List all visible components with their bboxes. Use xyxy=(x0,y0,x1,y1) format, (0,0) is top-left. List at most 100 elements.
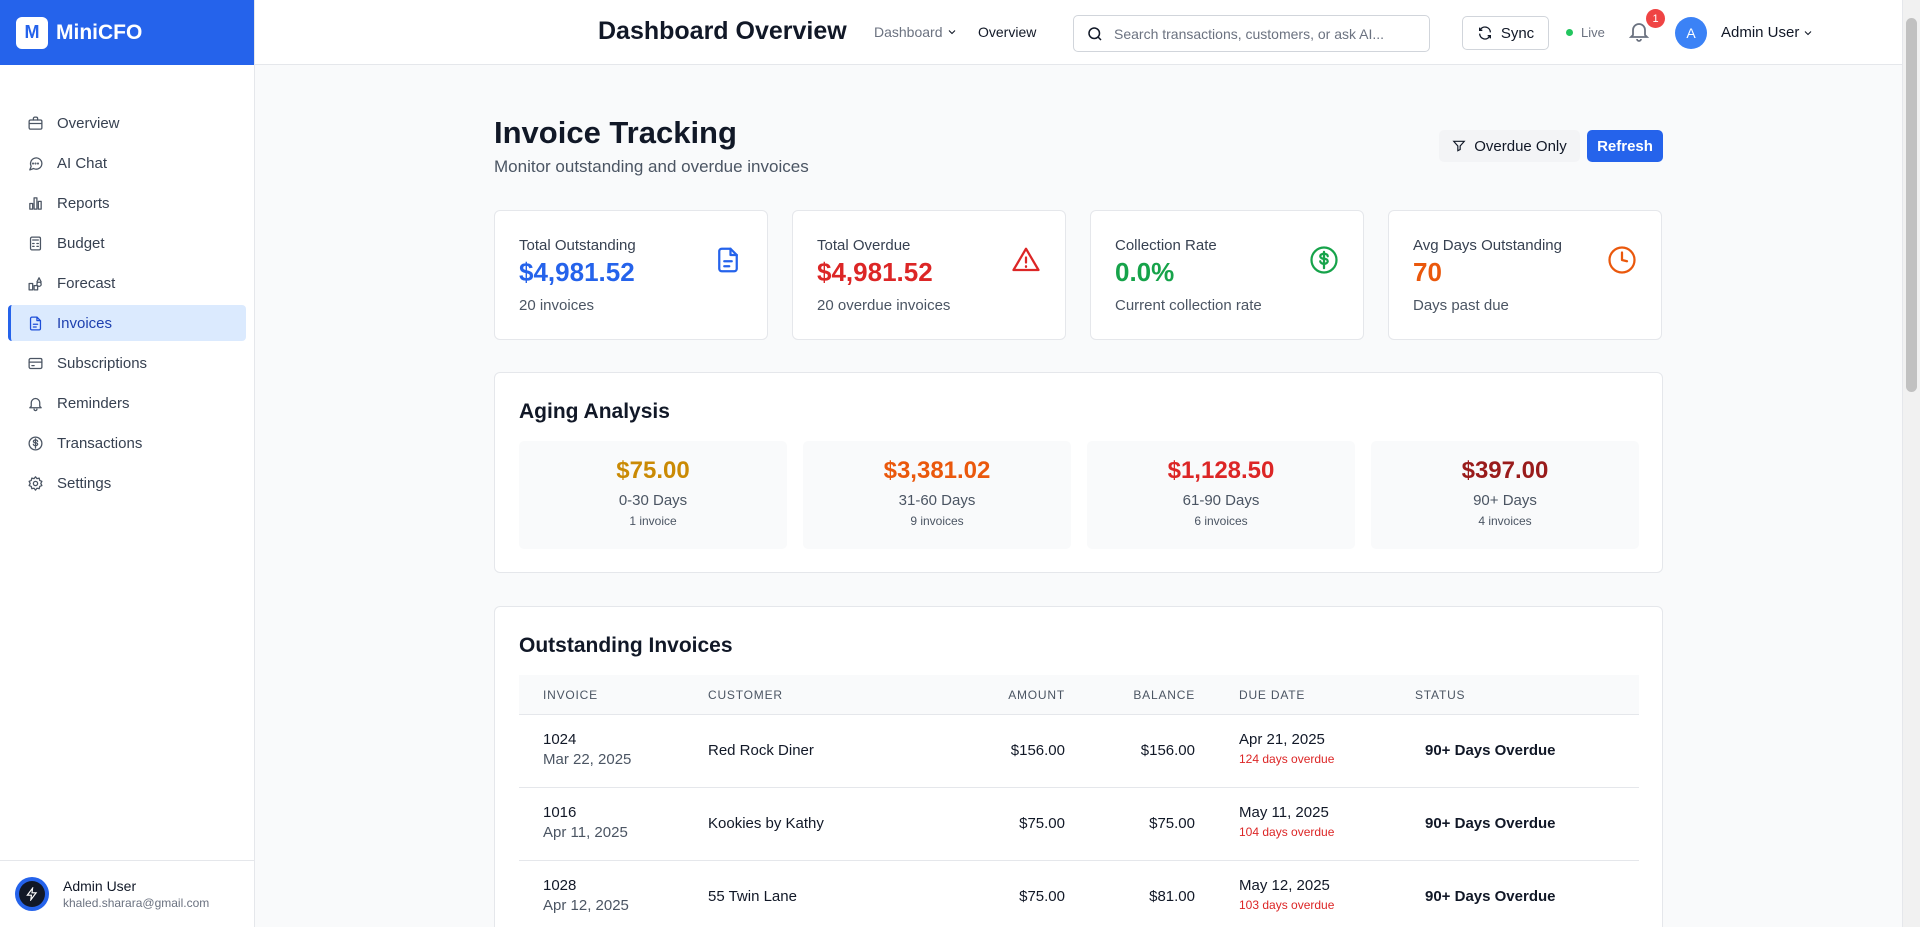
invoice-date: Apr 11, 2025 xyxy=(543,824,628,841)
invoice-amount: $75.00 xyxy=(1019,815,1065,832)
chevron-down-icon xyxy=(948,30,955,35)
overdue-days: 124 days overdue xyxy=(1239,752,1335,766)
invoice-number[interactable]: 1024 xyxy=(543,731,631,748)
column-header-amount[interactable]: AMOUNT xyxy=(1008,688,1065,702)
sidebar-item-label: Invoices xyxy=(57,314,113,332)
sidebar-item-transactions[interactable]: Transactions xyxy=(8,425,246,461)
bucket-amount: $1,128.50 xyxy=(1167,457,1275,484)
notification-badge: 1 xyxy=(1646,9,1665,28)
sync-label: Sync xyxy=(1500,24,1535,42)
invoice-amount: $156.00 xyxy=(1010,742,1065,759)
invoice-balance: $156.00 xyxy=(1140,742,1195,759)
table-row[interactable]: 1016 Apr 11, 2025 Kookies by Kathy $75.0… xyxy=(519,788,1639,861)
sidebar-user-profile[interactable]: Admin User khaled.sharara@gmail.com xyxy=(0,860,255,927)
status-badge: 90+ Days Overdue xyxy=(1425,888,1556,905)
calculator-icon xyxy=(26,234,44,252)
stat-value: 0.0% xyxy=(1115,257,1175,287)
breadcrumb-dashboard-label: Dashboard xyxy=(874,24,943,40)
bell-icon xyxy=(26,394,44,412)
overdue-only-button[interactable]: Overdue Only xyxy=(1439,130,1580,162)
search-input[interactable] xyxy=(1114,25,1414,42)
page-subtitle: Monitor outstanding and overdue invoices xyxy=(494,157,809,176)
sidebar-item-subscriptions[interactable]: Subscriptions xyxy=(8,345,246,381)
sidebar-item-label: Settings xyxy=(57,474,112,492)
due-date: May 11, 2025 xyxy=(1239,804,1329,821)
live-status: Live xyxy=(1566,25,1605,40)
refresh-button[interactable]: Refresh xyxy=(1587,130,1663,162)
stat-label: Total Outstanding xyxy=(519,237,636,254)
bucket-range: 90+ Days xyxy=(1473,492,1537,509)
bar-chart-icon xyxy=(26,194,44,212)
sidebar-item-overview[interactable]: Overview xyxy=(8,105,246,141)
column-header-balance[interactable]: BALANCE xyxy=(1133,688,1195,702)
stat-value: $4,981.52 xyxy=(817,257,933,287)
stat-value: $4,981.52 xyxy=(519,257,635,287)
sidebar-item-budget[interactable]: Budget xyxy=(8,225,246,261)
bucket-amount: $75.00 xyxy=(616,457,690,484)
filter-icon xyxy=(1452,140,1466,152)
invoice-balance: $81.00 xyxy=(1149,888,1195,905)
chevron-down-icon xyxy=(1804,30,1812,35)
invoice-number[interactable]: 1016 xyxy=(543,804,628,821)
avatar xyxy=(15,877,49,911)
bucket-count: 6 invoices xyxy=(1194,514,1248,528)
bucket-count: 4 invoices xyxy=(1478,514,1532,528)
overdue-only-label: Overdue Only xyxy=(1474,137,1567,155)
invoice-date: Mar 22, 2025 xyxy=(543,751,632,768)
sidebar-item-invoices[interactable]: Invoices xyxy=(8,305,246,341)
breadcrumb-dashboard-dropdown[interactable]: Dashboard xyxy=(874,24,958,40)
credit-card-icon xyxy=(26,354,44,372)
overdue-days: 104 days overdue xyxy=(1239,825,1335,839)
customer-name: Red Rock Diner xyxy=(708,742,814,759)
sidebar-item-label: AI Chat xyxy=(57,154,108,172)
sidebar-item-settings[interactable]: Settings xyxy=(8,465,246,501)
sidebar-nav: Overview AI Chat Reports Budget Forecast… xyxy=(0,105,254,501)
sidebar-item-reminders[interactable]: Reminders xyxy=(8,385,246,421)
brand[interactable]: M MiniCFO xyxy=(0,0,254,65)
bucket-count: 1 invoice xyxy=(629,514,677,528)
page-title: Invoice Tracking xyxy=(494,115,737,150)
column-header-customer[interactable]: CUSTOMER xyxy=(708,688,783,702)
scrollbar-thumb[interactable] xyxy=(1906,18,1917,392)
bucket-amount: $397.00 xyxy=(1461,457,1549,484)
column-header-due-date[interactable]: DUE DATE xyxy=(1239,688,1305,702)
sidebar: M MiniCFO Overview AI Chat Reports Budge… xyxy=(0,0,255,927)
brand-name: MiniCFO xyxy=(56,20,143,44)
invoice-number[interactable]: 1028 xyxy=(543,877,629,894)
bucket-range: 0-30 Days xyxy=(618,492,688,509)
table-header: INVOICE CUSTOMER AMOUNT BALANCE DUE DATE… xyxy=(519,675,1639,715)
stat-card-collection-rate: Collection Rate 0.0% Current collection … xyxy=(1090,210,1364,340)
stat-label: Total Overdue xyxy=(817,237,911,254)
refresh-icon xyxy=(1478,26,1491,40)
stat-card-total-outstanding: Total Outstanding $4,981.52 20 invoices xyxy=(494,210,768,340)
aging-bucket-31-60: $3,381.02 31-60 Days 9 invoices xyxy=(803,441,1071,549)
table-row[interactable]: 1024 Mar 22, 2025 Red Rock Diner $156.00… xyxy=(519,715,1639,788)
stat-note: Current collection rate xyxy=(1115,297,1262,314)
invoices-table: INVOICE CUSTOMER AMOUNT BALANCE DUE DATE… xyxy=(519,675,1639,927)
sidebar-user-email: khaled.sharara@gmail.com xyxy=(63,896,210,910)
status-badge: 90+ Days Overdue xyxy=(1425,815,1556,832)
sidebar-item-label: Reminders xyxy=(57,394,130,412)
sidebar-user-name: Admin User xyxy=(63,878,137,894)
stat-value: 70 xyxy=(1413,257,1442,287)
document-icon xyxy=(713,245,743,275)
avatar[interactable]: A xyxy=(1675,17,1707,49)
sidebar-item-reports[interactable]: Reports xyxy=(8,185,246,221)
sync-button[interactable]: Sync xyxy=(1462,16,1549,50)
column-header-invoice[interactable]: INVOICE xyxy=(543,688,598,702)
stat-card-total-overdue: Total Overdue $4,981.52 20 overdue invoi… xyxy=(792,210,1066,340)
stat-card-avg-days-outstanding: Avg Days Outstanding 70 Days past due xyxy=(1388,210,1662,340)
page-scrollbar[interactable] xyxy=(1902,0,1920,927)
sidebar-item-forecast[interactable]: Forecast xyxy=(8,265,246,301)
column-header-status[interactable]: STATUS xyxy=(1415,688,1465,702)
sidebar-item-ai-chat[interactable]: AI Chat xyxy=(8,145,246,181)
user-menu-dropdown[interactable]: Admin User xyxy=(1721,24,1814,41)
chat-icon xyxy=(26,154,44,172)
gear-icon xyxy=(26,474,44,492)
status-badge: 90+ Days Overdue xyxy=(1425,742,1556,759)
table-row[interactable]: 1028 Apr 12, 2025 55 Twin Lane $75.00 $8… xyxy=(519,861,1639,927)
sidebar-item-label: Overview xyxy=(57,114,120,132)
clock-icon xyxy=(1607,245,1637,275)
search-box[interactable] xyxy=(1073,15,1430,52)
breadcrumb-current[interactable]: Overview xyxy=(978,24,1036,40)
